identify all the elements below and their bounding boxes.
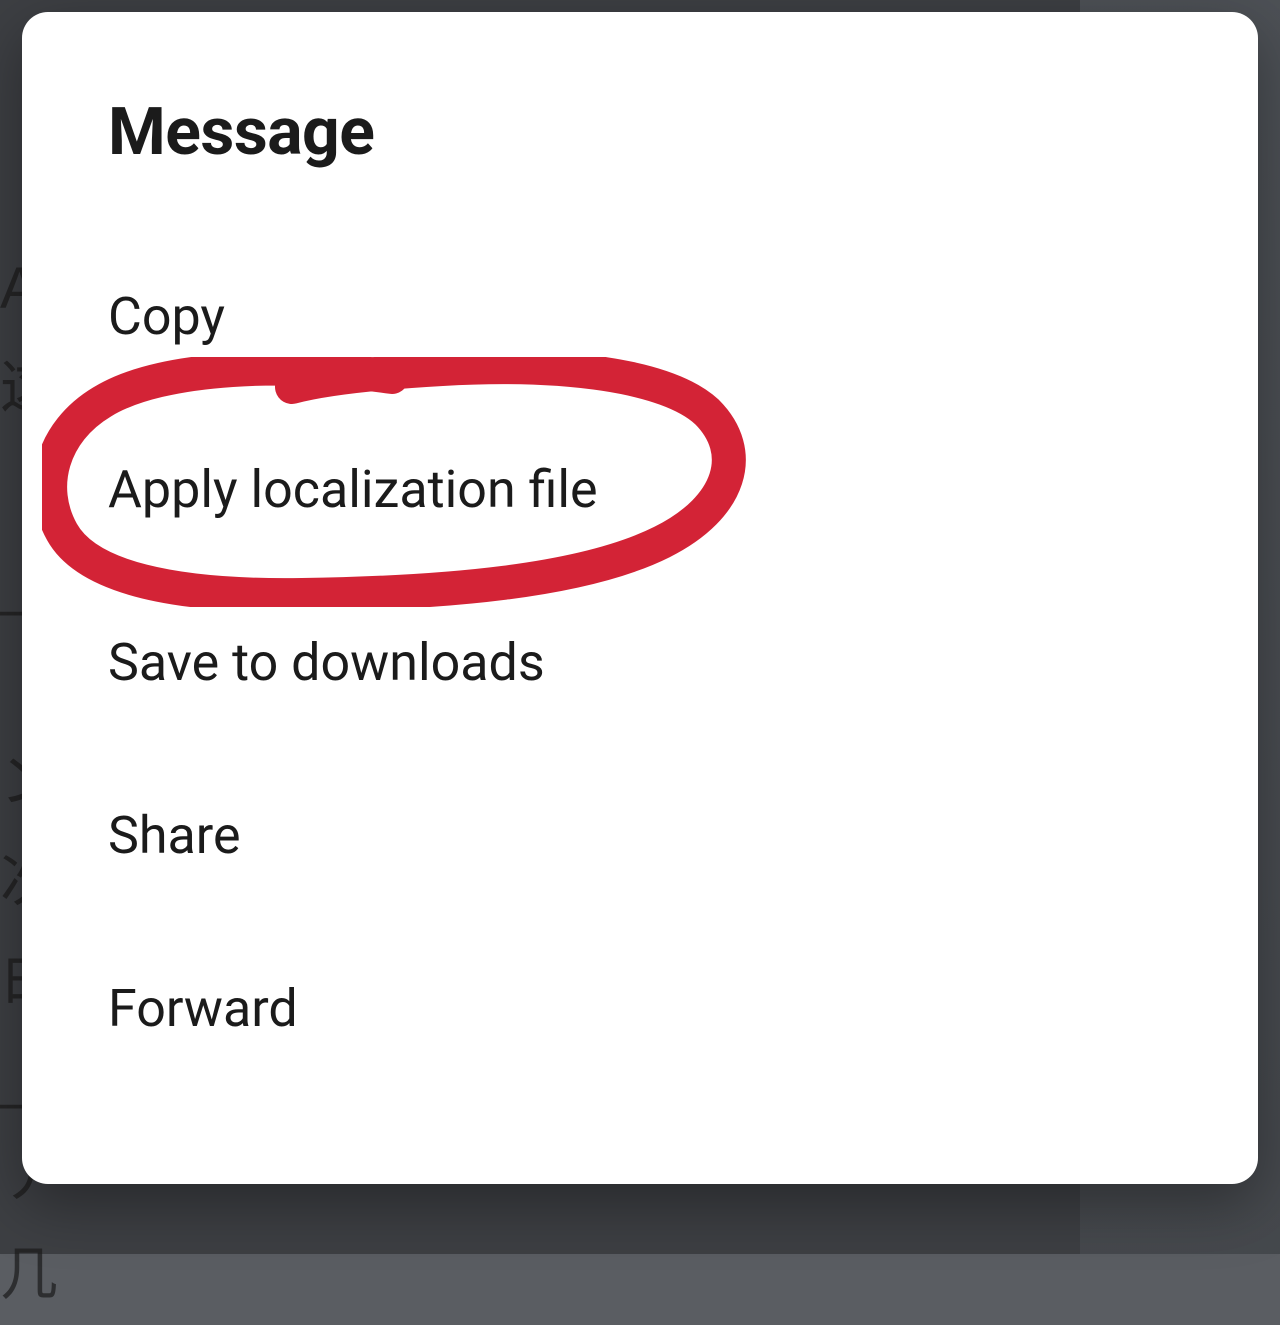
message-context-menu: Message Copy Apply localization file Sav… (22, 12, 1258, 1184)
dialog-title: Message (108, 94, 1172, 171)
menu-item-save-to-downloads[interactable]: Save to downloads (108, 632, 1172, 693)
menu-item-forward[interactable]: Forward (108, 978, 1172, 1039)
menu-item-apply-localization-file[interactable]: Apply localization file (108, 459, 1172, 520)
menu-item-copy[interactable]: Copy (108, 286, 1172, 347)
menu-item-share[interactable]: Share (108, 805, 1172, 866)
